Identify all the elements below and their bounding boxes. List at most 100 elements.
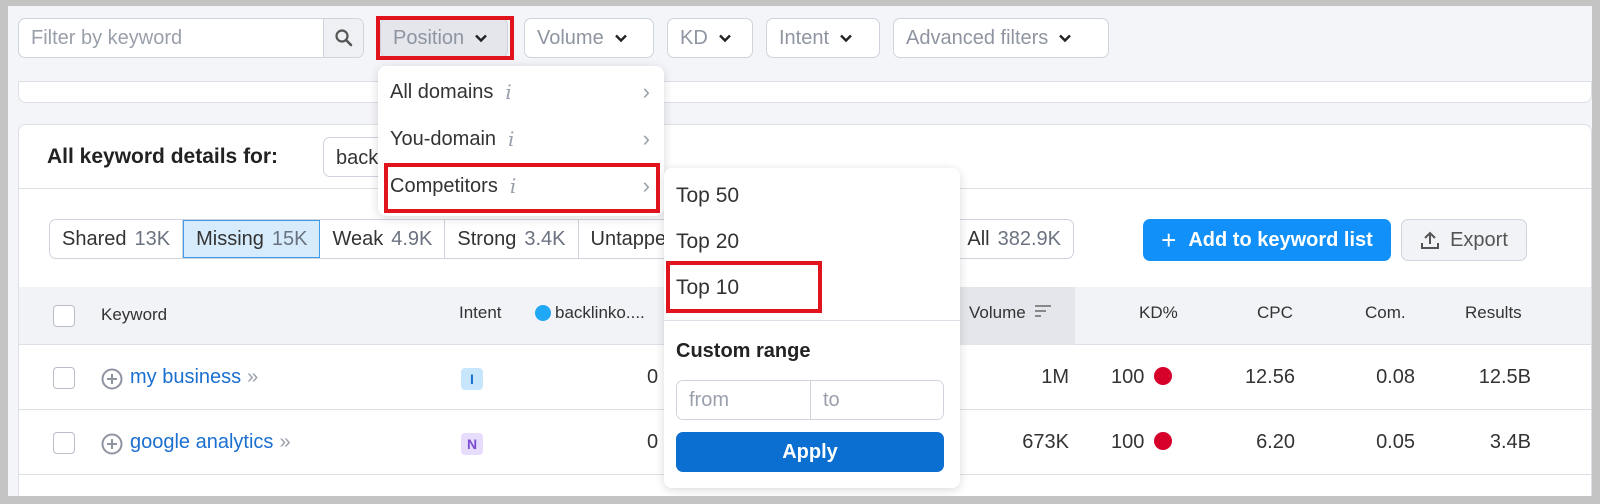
advanced-filters[interactable]: Advanced filters — [893, 18, 1109, 58]
keyword-text: my business — [130, 366, 242, 388]
segment-count: 382.9K — [997, 227, 1061, 250]
kd-number: 100 — [1111, 366, 1145, 388]
chevron-down-icon — [840, 34, 852, 43]
volume-filter[interactable]: Volume — [524, 18, 654, 58]
volume-header-label: Volume — [969, 303, 1026, 322]
domain-header-label: backlinko.... — [555, 303, 645, 322]
double-chevron-icon: » — [279, 431, 291, 453]
add-button-label: Add to keyword list — [1188, 228, 1373, 251]
double-chevron-icon: » — [247, 366, 259, 388]
custom-range-inputs — [676, 380, 944, 420]
app-frame: Position Volume KD Intent Advanced filte… — [8, 6, 1592, 496]
row-checkbox[interactable] — [53, 432, 75, 454]
collapsed-panel — [18, 81, 1592, 103]
volume-value: 673K — [1022, 431, 1069, 453]
submenu-item-top-20[interactable]: Top 20 — [676, 230, 739, 254]
add-to-keyword-list-button[interactable]: + Add to keyword list — [1143, 219, 1391, 261]
search-icon — [334, 29, 352, 47]
keyword-link[interactable]: my business» — [130, 366, 258, 389]
segment-count: 3.4K — [524, 227, 566, 250]
header-cpc[interactable]: CPC — [1257, 303, 1293, 323]
results-value: 3.4B — [1489, 431, 1531, 453]
position-filter-label: Position — [393, 26, 465, 49]
header-volume[interactable]: Volume — [969, 303, 1052, 323]
chevron-right-icon: › — [642, 173, 650, 198]
segment-label: Missing — [196, 227, 264, 250]
cpc-value: 12.56 — [1244, 366, 1295, 388]
segment-label: Weak — [332, 227, 384, 250]
menu-item-you-domain[interactable]: You-domain i › — [390, 117, 650, 161]
add-keyword-icon[interactable] — [101, 433, 123, 455]
header-domain[interactable]: backlinko.... — [535, 303, 645, 323]
competitors-submenu: Top 50 Top 20 Top 10 Custom range Apply — [664, 168, 960, 488]
intent-badge: N — [461, 433, 483, 455]
chevron-down-icon — [475, 34, 488, 43]
kd-value: 100 — [1111, 431, 1173, 454]
segment-count: 15K — [271, 227, 308, 250]
menu-item-all-domains[interactable]: All domains i › — [390, 70, 650, 114]
segment-count: 4.9K — [391, 227, 433, 250]
kd-difficulty-dot — [1154, 432, 1173, 450]
header-kd[interactable]: KD% — [1139, 303, 1178, 323]
segment-missing[interactable]: Missing 15K — [183, 220, 321, 258]
kd-filter[interactable]: KD — [667, 18, 753, 58]
kd-difficulty-dot — [1154, 367, 1173, 385]
custom-range-title: Custom range — [676, 340, 811, 362]
apply-button[interactable]: Apply — [676, 432, 944, 472]
menu-item-competitors[interactable]: Competitors i › — [390, 164, 650, 208]
com-value: 0.05 — [1376, 431, 1415, 453]
segment-weak[interactable]: Weak 4.9K — [320, 220, 446, 258]
header-intent[interactable]: Intent — [459, 303, 502, 323]
info-icon[interactable]: i — [505, 80, 511, 104]
chevron-down-icon — [1059, 34, 1072, 43]
results-value: 12.5B — [1478, 366, 1531, 388]
header-com[interactable]: Com. — [1365, 303, 1406, 323]
position-filter[interactable]: Position — [380, 18, 508, 58]
position-value: 0 — [647, 366, 659, 388]
intent-badge: I — [461, 368, 483, 390]
header-keyword[interactable]: Keyword — [101, 305, 167, 325]
menu-item-label: Competitors — [390, 174, 498, 197]
header-results[interactable]: Results — [1465, 303, 1522, 323]
row-checkbox[interactable] — [53, 367, 75, 389]
submenu-item-top-10[interactable]: Top 10 — [676, 276, 739, 300]
chevron-down-icon — [718, 34, 731, 43]
export-button[interactable]: Export — [1401, 219, 1527, 261]
upload-icon — [1421, 231, 1440, 249]
keyword-filter-input[interactable] — [19, 19, 323, 57]
menu-item-label: All domains — [390, 80, 494, 103]
search-button[interactable] — [323, 19, 363, 57]
volume-filter-label: Volume — [537, 26, 604, 49]
volume-value: 1M — [1041, 366, 1069, 388]
export-label: Export — [1450, 228, 1508, 251]
keyword-filter — [18, 18, 364, 58]
segment-count: 13K — [134, 227, 171, 250]
info-icon[interactable]: i — [510, 174, 516, 198]
select-all-checkbox[interactable] — [53, 305, 75, 327]
segment-label: All — [967, 227, 990, 250]
range-to-input[interactable] — [810, 381, 943, 419]
domain-color-dot — [535, 305, 551, 321]
keyword-link[interactable]: google analytics» — [130, 431, 291, 454]
chevron-right-icon: › — [642, 126, 650, 151]
chevron-right-icon: › — [642, 79, 650, 104]
segment-strong[interactable]: Strong 3.4K — [445, 220, 579, 258]
cpc-value: 6.20 — [1256, 431, 1295, 453]
advanced-filters-label: Advanced filters — [906, 26, 1049, 49]
range-from-input[interactable] — [677, 381, 810, 419]
segment-label: Strong — [457, 227, 517, 250]
com-value: 0.08 — [1376, 366, 1415, 388]
position-dropdown-menu: All domains i › You-domain i › Competito… — [378, 66, 664, 216]
chevron-down-icon — [614, 34, 627, 43]
kd-filter-label: KD — [680, 26, 708, 49]
divider — [664, 320, 960, 321]
plus-icon: + — [1161, 224, 1177, 255]
intent-filter-label: Intent — [779, 26, 830, 49]
submenu-item-top-50[interactable]: Top 50 — [676, 184, 739, 208]
card-title: All keyword details for: — [47, 145, 279, 168]
intent-filter[interactable]: Intent — [766, 18, 880, 58]
sort-icon — [1035, 305, 1052, 317]
segment-shared[interactable]: Shared 13K — [50, 220, 184, 258]
info-icon[interactable]: i — [508, 127, 514, 151]
add-keyword-icon[interactable] — [101, 368, 123, 390]
